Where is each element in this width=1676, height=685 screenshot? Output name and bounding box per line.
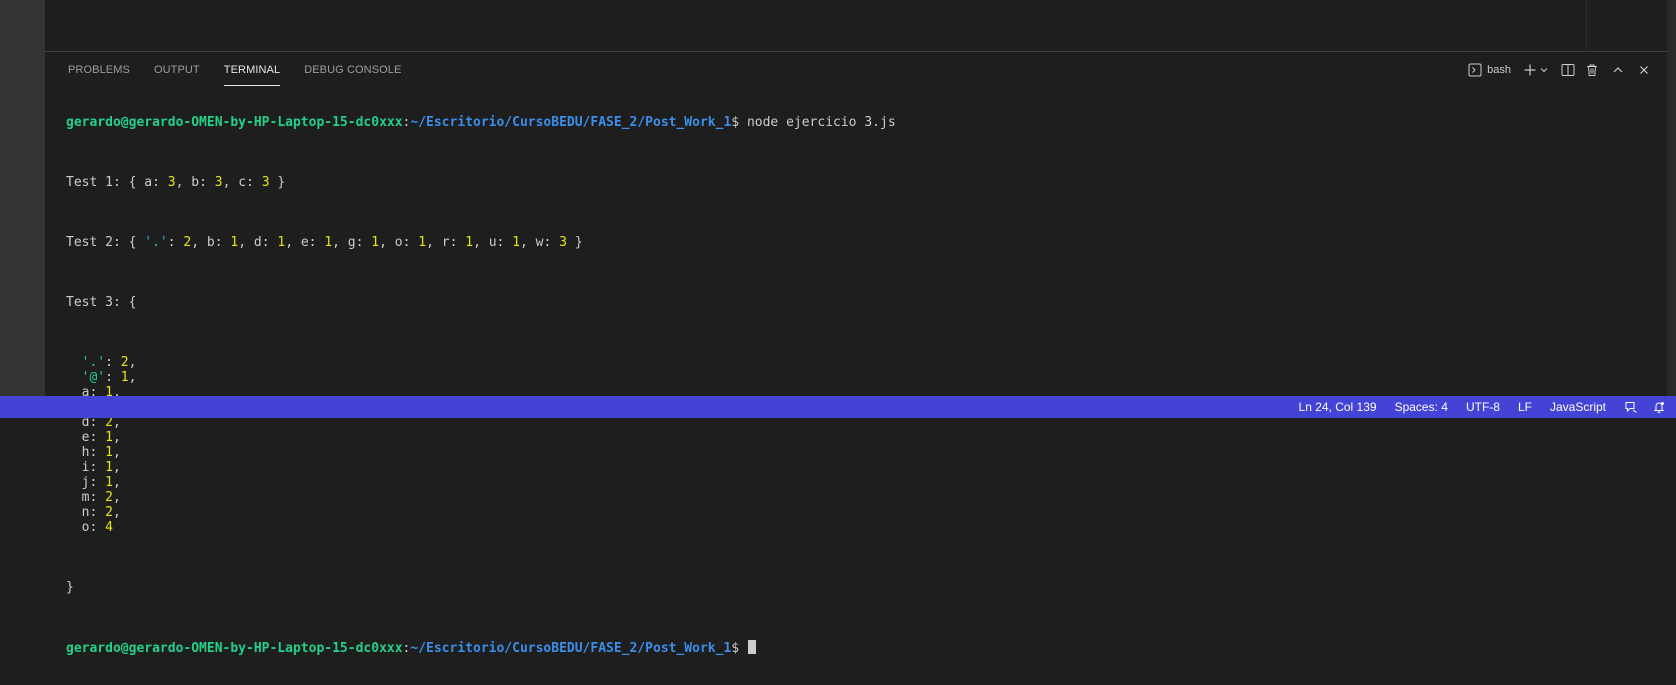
entry-value: 4 — [105, 520, 113, 535]
value: 1 — [277, 235, 286, 250]
bottom-panel: PROBLEMS OUTPUT TERMINAL DEBUG CONSOLE b… — [45, 51, 1667, 656]
prompt-path: ~/Escritorio/CursoBEDU/FASE_2/Post_Work_… — [410, 641, 732, 656]
terminal-line: n: 2, — [81, 505, 121, 520]
test-label: Test 3: { — [66, 295, 137, 310]
prompt-symbol: $ — [731, 115, 747, 130]
entry-value: 1 — [120, 370, 129, 385]
command-text: node ejercicio 3.js — [746, 115, 896, 130]
close-icon — [1637, 63, 1651, 77]
close-panel-button[interactable] — [1637, 59, 1651, 81]
prompt-separator: : — [402, 641, 411, 656]
terminal-profile-label: bash — [1487, 64, 1511, 76]
kill-terminal-button[interactable] — [1585, 59, 1599, 81]
value: 3 — [559, 235, 567, 250]
entry-value: 1 — [105, 460, 113, 475]
test-label: Test 1: { — [66, 175, 145, 190]
terminal-cursor — [747, 640, 756, 654]
terminal-icon — [1468, 63, 1482, 77]
closing-brace: } — [66, 580, 74, 595]
terminal-line: gerardo@gerardo-OMEN-by-HP-Laptop-15-dc0… — [66, 640, 896, 656]
entry-value: 2 — [105, 505, 113, 520]
terminal-line: Test 1: { a: 3, b: 3, c: 3 } — [66, 175, 286, 190]
entry-value: 2 — [120, 355, 129, 370]
terminal-line: Test 2: { '.': 2, b: 1, d: 1, e: 1, g: 1… — [66, 235, 583, 250]
tab-output[interactable]: OUTPUT — [154, 52, 200, 88]
entry-key: h — [81, 445, 90, 460]
value: 1 — [418, 235, 427, 250]
terminal-line: i: 1, — [81, 460, 121, 475]
bell-icon[interactable] — [1652, 400, 1666, 414]
tab-terminal[interactable]: TERMINAL — [223, 52, 281, 88]
entry-key: o — [81, 520, 90, 535]
terminal-profile-button[interactable]: bash — [1468, 59, 1511, 81]
editor-area — [45, 0, 1676, 51]
test3-entries: '.': 2, '@': 1, a: 1, c: 1, d: 2, e: 1, … — [66, 355, 896, 535]
tab-debug-console[interactable]: DEBUG CONSOLE — [304, 52, 401, 88]
value: 2 — [183, 235, 192, 250]
prompt-user: gerardo@gerardo-OMEN-by-HP-Laptop-15-dc0… — [66, 115, 403, 130]
terminal-line: j: 1, — [81, 475, 121, 490]
value: 3 — [261, 175, 270, 190]
terminal-line: } — [66, 580, 896, 595]
value: 1 — [512, 235, 521, 250]
value: 1 — [465, 235, 474, 250]
cursor-position[interactable]: Ln 24, Col 139 — [1299, 400, 1377, 414]
panel-actions: bash — [1462, 52, 1651, 88]
entry-key: m — [81, 490, 90, 505]
entry-key: j — [81, 475, 90, 490]
value: 3 — [167, 175, 176, 190]
scrollbar-strip[interactable] — [1667, 0, 1676, 396]
end-of-line[interactable]: LF — [1518, 400, 1532, 414]
value: 1 — [324, 235, 333, 250]
entry-value: 1 — [105, 475, 113, 490]
entry-key: '.' — [81, 355, 106, 370]
terminal-line: o: 4 — [81, 520, 113, 535]
prompt-user: gerardo@gerardo-OMEN-by-HP-Laptop-15-dc0… — [66, 641, 403, 656]
entry-key: i — [81, 460, 90, 475]
trash-icon — [1585, 63, 1599, 77]
indentation[interactable]: Spaces: 4 — [1395, 400, 1448, 414]
new-terminal-button[interactable] — [1523, 59, 1549, 81]
entry-key: '@' — [81, 370, 106, 385]
terminal-line: gerardo@gerardo-OMEN-by-HP-Laptop-15-dc0… — [66, 115, 896, 130]
terminal-line: '.': 2, — [81, 355, 137, 370]
minimap-edge — [1586, 0, 1587, 51]
test-label: Test 2: { — [66, 235, 145, 250]
split-terminal-button[interactable] — [1561, 59, 1575, 81]
add-icon — [1523, 63, 1537, 77]
terminal-line: Test 3: { — [66, 295, 896, 310]
maximize-panel-button[interactable] — [1611, 59, 1625, 81]
status-bar: Ln 24, Col 139 Spaces: 4 UTF-8 LF JavaSc… — [0, 396, 1676, 418]
entry-value: 2 — [105, 490, 113, 505]
value: 1 — [230, 235, 239, 250]
language-mode[interactable]: JavaScript — [1550, 400, 1606, 414]
value: 3 — [214, 175, 223, 190]
terminal-line: e: 1, — [81, 430, 121, 445]
terminal-line: m: 2, — [81, 490, 121, 505]
value: 1 — [371, 235, 380, 250]
terminal-line: h: 1, — [81, 445, 121, 460]
tab-problems[interactable]: PROBLEMS — [68, 52, 130, 88]
panel-tabs: PROBLEMS OUTPUT TERMINAL DEBUG CONSOLE — [45, 52, 425, 88]
terminal-line: '@': 1, — [81, 370, 137, 385]
prompt-path: ~/Escritorio/CursoBEDU/FASE_2/Post_Work_… — [410, 115, 732, 130]
entry-value: 1 — [105, 430, 113, 445]
chevron-down-icon[interactable] — [1539, 65, 1549, 75]
entry-key: n — [81, 505, 90, 520]
activity-bar — [0, 0, 45, 396]
encoding[interactable]: UTF-8 — [1466, 400, 1500, 414]
prompt-symbol: $ — [731, 641, 747, 656]
chevron-up-icon — [1611, 63, 1625, 77]
terminal-output[interactable]: gerardo@gerardo-OMEN-by-HP-Laptop-15-dc0… — [66, 85, 896, 685]
feedback-icon[interactable] — [1624, 400, 1638, 414]
split-icon — [1561, 63, 1575, 77]
entry-value: 1 — [105, 445, 113, 460]
entry-key: e — [81, 430, 90, 445]
